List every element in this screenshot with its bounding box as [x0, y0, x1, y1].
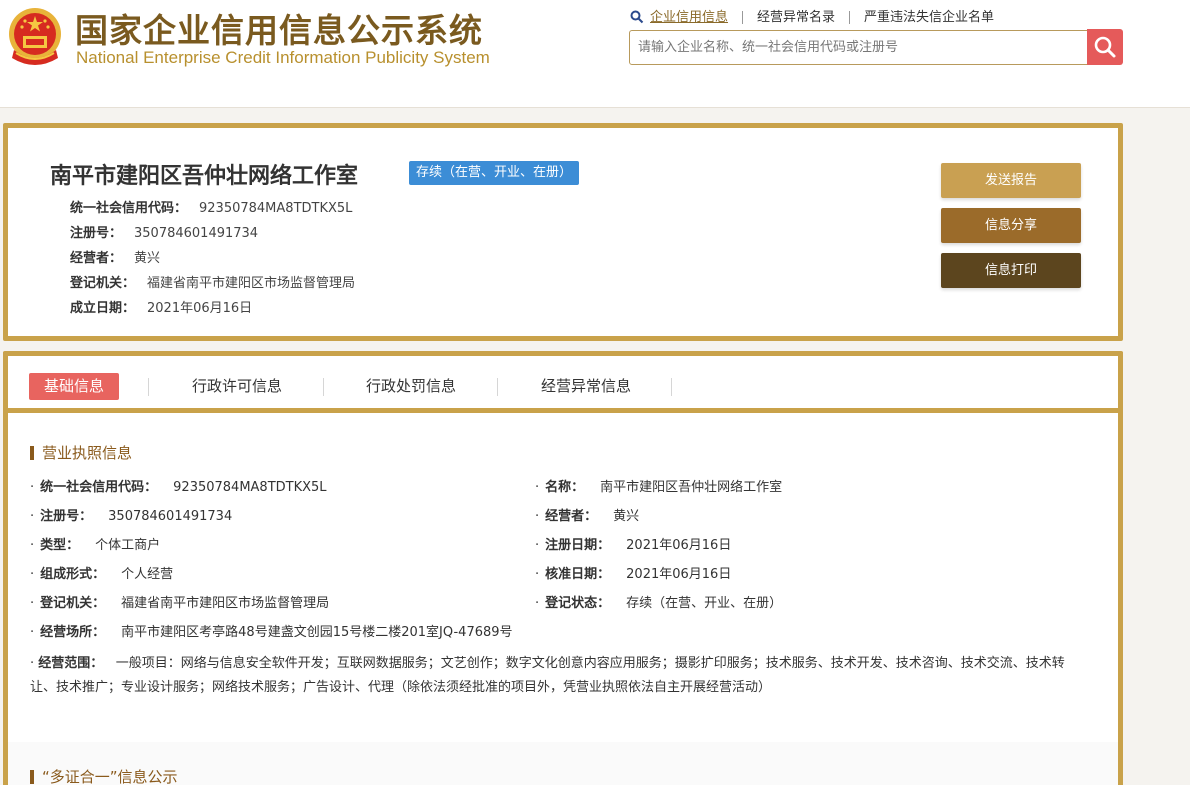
- summary-value: 350784601491734: [134, 226, 259, 241]
- summary-row: 成立日期： 2021年06月16日: [70, 296, 355, 321]
- field-label: 名称：: [545, 480, 585, 495]
- company-summary-card: 南平市建阳区吾仲壮网络工作室 存续（在营、开业、在册） 统一社会信用代码： 923…: [3, 123, 1123, 341]
- field-name: · 名称： 南平市建阳区吾仲壮网络工作室: [535, 480, 783, 495]
- search-input[interactable]: [630, 31, 1087, 64]
- nav-abnormal-list[interactable]: 经营异常名录: [742, 10, 849, 24]
- field-value: 个人经营: [121, 567, 174, 582]
- search-button[interactable]: [1087, 29, 1123, 65]
- field-value: 福建省南平市建阳区市场监督管理局: [121, 596, 330, 611]
- field-label: 注册日期：: [545, 538, 611, 553]
- send-report-button[interactable]: 发送报告: [941, 163, 1081, 198]
- field-value: 92350784MA8TDTKX5L: [173, 480, 327, 495]
- summary-label: 经营者：: [70, 251, 123, 266]
- field-reg-number: · 注册号： 350784601491734: [30, 509, 233, 524]
- field-label: 登记状态：: [545, 596, 611, 611]
- section-title-multi-cert: “多证合一”信息公示: [30, 767, 178, 785]
- field-reg-status: · 登记状态： 存续（在营、开业、在册）: [535, 596, 783, 611]
- field-value: 个体工商户: [95, 538, 161, 553]
- summary-row: 经营者： 黄兴: [70, 246, 355, 271]
- field-value: 一般项目：网络与信息安全软件开发；互联网数据服务；文艺创作；数字文化创意内容应用…: [30, 656, 1065, 695]
- detail-card: 基础信息 行政许可信息 行政处罚信息 经营异常信息 营业执照信息 · 统一社会信用…: [3, 351, 1123, 785]
- summary-row: 注册号： 350784601491734: [70, 221, 355, 246]
- field-value: 350784601491734: [108, 509, 233, 524]
- summary-value: 黄兴: [134, 251, 161, 266]
- field-composition: · 组成形式： 个人经营: [30, 567, 174, 582]
- field-label: 类型：: [40, 538, 80, 553]
- tab-bar: 基础信息 行政许可信息 行政处罚信息 经营异常信息: [8, 356, 1118, 413]
- search-box: [629, 30, 1088, 65]
- field-label: 登记机关：: [40, 596, 106, 611]
- field-reg-date: · 注册日期： 2021年06月16日: [535, 538, 732, 553]
- search-small-icon: [630, 10, 644, 24]
- field-authority: · 登记机关： 福建省南平市建阳区市场监督管理局: [30, 596, 330, 611]
- section-title-license: 营业执照信息: [30, 443, 132, 463]
- share-info-button[interactable]: 信息分享: [941, 208, 1081, 243]
- summary-label: 统一社会信用代码：: [70, 201, 188, 216]
- tab-divider: [497, 378, 498, 396]
- field-value: 黄兴: [613, 509, 640, 524]
- site-header: 国家企业信用信息公示系统 National Enterprise Credit …: [0, 0, 1190, 108]
- summary-row: 登记机关： 福建省南平市建阳区市场监督管理局: [70, 271, 355, 296]
- print-info-button[interactable]: 信息打印: [941, 253, 1081, 288]
- field-value: 存续（在营、开业、在册）: [626, 596, 783, 611]
- field-address: · 经营场所： 南平市建阳区考亭路48号建盏文创园15号楼二楼201室JQ-4768…: [30, 625, 513, 640]
- field-value: 2021年06月16日: [626, 538, 732, 553]
- national-emblem-icon: [9, 8, 61, 65]
- summary-row: 统一社会信用代码： 92350784MA8TDTKX5L: [70, 196, 355, 221]
- field-value: 2021年06月16日: [626, 567, 732, 582]
- tab-abnormal-operation[interactable]: 经营异常信息: [541, 373, 631, 400]
- summary-label: 登记机关：: [70, 276, 136, 291]
- nav-serious-violation[interactable]: 严重违法失信企业名单: [849, 10, 1008, 24]
- tab-divider: [148, 378, 149, 396]
- summary-label: 成立日期：: [70, 301, 136, 316]
- site-title-cn: 国家企业信用信息公示系统: [75, 11, 483, 50]
- summary-info: 统一社会信用代码： 92350784MA8TDTKX5L 注册号： 35078460…: [70, 196, 355, 321]
- search-icon: [1094, 36, 1116, 58]
- summary-label: 注册号：: [70, 226, 123, 241]
- field-approval-date: · 核准日期： 2021年06月16日: [535, 567, 732, 582]
- field-label: 组成形式：: [40, 567, 106, 582]
- nav-credit-info[interactable]: 企业信用信息: [644, 11, 742, 24]
- field-value: 南平市建阳区吾仲壮网络工作室: [600, 480, 783, 495]
- tab-admin-penalty[interactable]: 行政处罚信息: [366, 373, 456, 400]
- company-name: 南平市建阳区吾仲壮网络工作室: [50, 164, 359, 189]
- field-label: 核准日期：: [545, 567, 611, 582]
- tab-divider: [671, 378, 672, 396]
- field-operator: · 经营者： 黄兴: [535, 509, 640, 524]
- field-label: 注册号：: [40, 509, 93, 524]
- tab-basic-info[interactable]: 基础信息: [29, 373, 120, 400]
- tab-admin-license[interactable]: 行政许可信息: [192, 373, 282, 400]
- field-credit-code: · 统一社会信用代码： 92350784MA8TDTKX5L: [30, 480, 327, 495]
- field-value: 南平市建阳区考亭路48号建盏文创园15号楼二楼201室JQ-47689号: [121, 625, 513, 640]
- status-badge: 存续（在营、开业、在册）: [409, 161, 580, 185]
- summary-value: 2021年06月16日: [147, 301, 253, 316]
- field-label: 经营范围：: [38, 656, 104, 671]
- field-business-scope: · 经营范围： 一般项目：网络与信息安全软件开发；互联网数据服务；文艺创作；数字…: [30, 656, 1065, 695]
- field-type: · 类型： 个体工商户: [30, 538, 161, 553]
- field-label: 经营者：: [545, 509, 598, 524]
- field-label: 经营场所：: [40, 625, 106, 640]
- tab-divider: [323, 378, 324, 396]
- field-label: 统一社会信用代码：: [40, 480, 158, 495]
- summary-value: 福建省南平市建阳区市场监督管理局: [147, 276, 356, 291]
- site-title-en: National Enterprise Credit Information P…: [76, 48, 490, 67]
- top-nav: 企业信用信息 经营异常名录 严重违法失信企业名单: [630, 8, 1008, 26]
- summary-value: 92350784MA8TDTKX5L: [199, 201, 353, 216]
